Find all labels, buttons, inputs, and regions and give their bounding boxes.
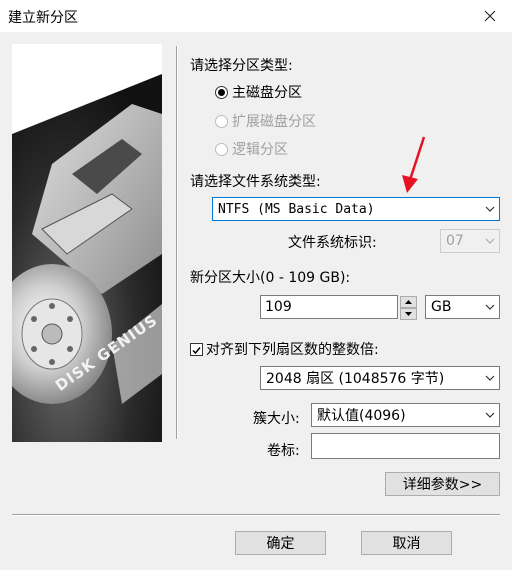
volume-label-label: 卷标: — [267, 443, 300, 459]
radio-label: 主磁盘分区 — [232, 85, 302, 101]
ok-button[interactable]: 确定 — [235, 531, 326, 555]
details-button[interactable]: 详细参数>> — [385, 472, 500, 496]
close-button[interactable] — [476, 2, 504, 30]
radio-button[interactable] — [215, 142, 228, 156]
chevron-down-icon — [481, 206, 499, 212]
cancel-button[interactable]: 取消 — [361, 531, 452, 555]
checkmark-icon — [192, 346, 201, 354]
align-checkbox-row[interactable]: 对齐到下列扇区数的整数倍: — [190, 339, 379, 359]
cancel-button-label: 取消 — [392, 536, 421, 552]
spin-down-button[interactable] — [400, 308, 417, 320]
filesystem-id-label: 文件系统标识: — [288, 235, 377, 251]
cluster-size-label: 簇大小: — [253, 411, 300, 427]
filesystem-id-dropdown[interactable]: 07 — [440, 229, 500, 253]
radio-primary-partition[interactable]: 主磁盘分区 — [215, 82, 302, 102]
chevron-down-icon — [481, 238, 499, 244]
radio-button[interactable] — [215, 114, 228, 128]
size-spinner[interactable] — [400, 296, 417, 320]
filesystem-dropdown[interactable]: NTFS (MS Basic Data) — [212, 197, 500, 221]
chevron-down-icon — [481, 375, 499, 381]
radio-label: 逻辑分区 — [232, 142, 288, 158]
align-checkbox[interactable] — [190, 342, 203, 356]
cluster-size-value: 默认值(4096) — [317, 408, 406, 424]
spin-up-button[interactable] — [400, 296, 417, 308]
radio-extended-partition[interactable]: 扩展磁盘分区 — [215, 111, 316, 131]
partition-size-value: 109 — [265, 299, 292, 315]
arrow-down-icon — [405, 312, 412, 316]
align-sectors-value: 2048 扇区 (1048576 字节) — [266, 371, 445, 387]
radio-label: 扩展磁盘分区 — [232, 114, 316, 130]
align-label: 对齐到下列扇区数的整数倍: — [206, 342, 379, 358]
partition-size-input[interactable]: 109 — [260, 295, 398, 319]
partition-type-heading: 请选择分区类型: — [190, 58, 293, 74]
partition-size-label: 新分区大小(0 - 109 GB): — [190, 270, 351, 286]
filesystem-id-value: 07 — [446, 233, 464, 249]
red-arrow-annotation — [402, 136, 426, 193]
align-sectors-dropdown[interactable]: 2048 扇区 (1048576 字节) — [260, 366, 500, 390]
radio-button-checked[interactable] — [215, 85, 228, 99]
chevron-down-icon — [481, 304, 499, 310]
window-title: 建立新分区 — [8, 10, 78, 26]
size-unit-dropdown[interactable]: GB — [425, 295, 500, 319]
details-button-label: 详细参数>> — [402, 477, 483, 493]
arrow-up-icon — [405, 300, 412, 304]
title-bar: 建立新分区 — [0, 0, 512, 32]
chevron-down-icon — [481, 412, 499, 418]
volume-label-input[interactable] — [311, 433, 500, 459]
cluster-size-dropdown[interactable]: 默认值(4096) — [311, 403, 500, 427]
disk-genius-graphic: DISK GENIUS — [12, 44, 162, 442]
close-icon — [484, 10, 496, 22]
filesystem-selected-value: NTFS (MS Basic Data) — [218, 201, 375, 217]
filesystem-heading: 请选择文件系统类型: — [190, 174, 321, 190]
radio-logical-partition[interactable]: 逻辑分区 — [215, 139, 288, 159]
size-unit-value: GB — [431, 299, 452, 315]
ok-button-label: 确定 — [266, 536, 295, 552]
